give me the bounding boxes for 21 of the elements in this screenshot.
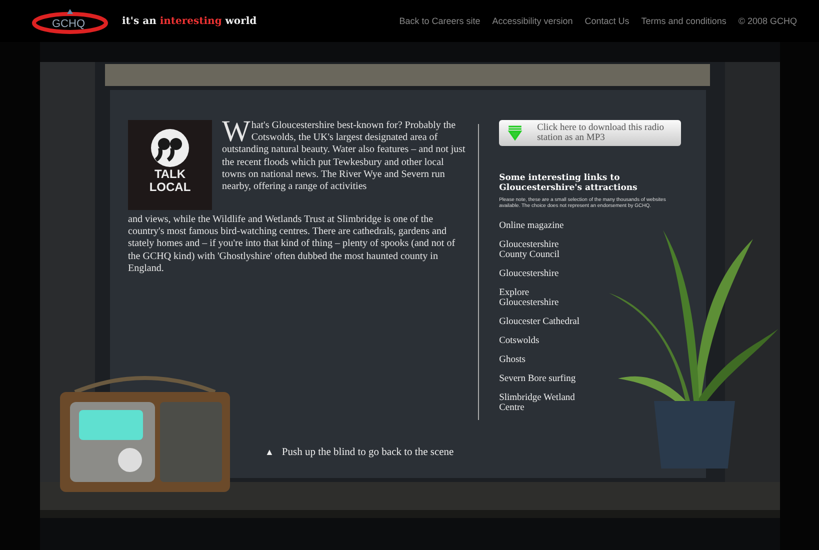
external-link[interactable]: Gloucestershire — [499, 269, 584, 279]
nav-link[interactable]: Terms and conditions — [641, 16, 726, 26]
external-link[interactable]: Slimbridge Wetland Centre — [499, 393, 584, 413]
links-heading: Some interesting links to Gloucestershire's attractions — [499, 174, 638, 193]
external-link[interactable]: Severn Bore surfing — [499, 374, 584, 384]
external-link[interactable]: Ghosts — [499, 355, 584, 365]
external-link[interactable]: Cotswolds — [499, 336, 584, 346]
external-link[interactable]: Gloucestershire County Council — [499, 240, 584, 260]
external-link[interactable]: Explore Gloucestershire — [499, 288, 584, 308]
nav-link[interactable]: © 2008 GCHQ — [738, 16, 797, 26]
talk-local-logo: TALK LOCAL — [128, 120, 212, 210]
external-link[interactable]: Gloucester Cathedral — [499, 317, 584, 327]
article-paragraph: and views, while the Wildlife and Wetlands Trust at Slimbridge is one of the country's most famous bird-watching centres. There are cathedrals, gardens and stately homes and – if you're into that kind of thing – plenty of spooks (and not of the GCHQ kind) with 'Ghostlyshire' often dubbed the most haunted county in England. — [128, 214, 456, 276]
download-button[interactable]: Click here to download this radio station as an MP3 — [499, 120, 682, 146]
back-to-scene-link[interactable]: ▲ Push up the blind to go back to the scene — [265, 447, 454, 458]
nav-link[interactable]: Accessibility version — [492, 16, 573, 26]
external-link[interactable]: Online magazine — [499, 221, 584, 231]
download-arrow-icon — [507, 125, 524, 141]
nav-link[interactable]: Contact Us — [584, 16, 630, 26]
nav-link[interactable]: Back to Careers site — [399, 16, 480, 26]
tagline: it's an interesting world — [122, 16, 257, 26]
